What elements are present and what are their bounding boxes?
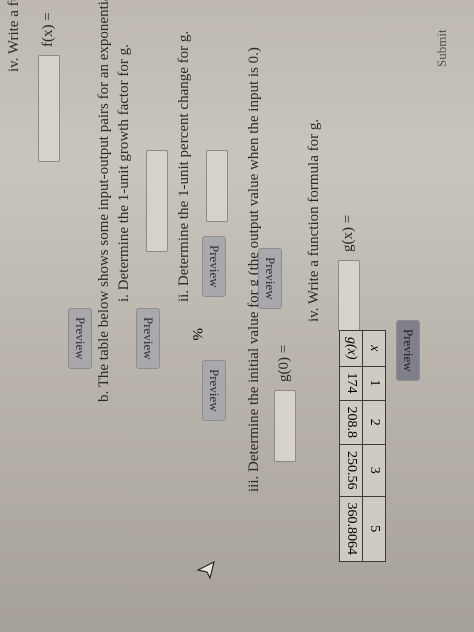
table-cell: 5 [362, 496, 386, 562]
table-cell: 1 [362, 366, 386, 401]
initial-value-preview-button[interactable]: Preview [136, 308, 160, 369]
gx-formula-preview-button[interactable]: Preview [68, 308, 92, 369]
mouse-pointer-icon [196, 560, 215, 580]
percent-change-preview-button[interactable]: Preview [202, 236, 226, 297]
growth-factor-preview-button[interactable]: Preview [258, 248, 282, 309]
percent-sign: % [189, 328, 205, 341]
table-cell: 250.56 [339, 444, 363, 497]
table-header-gx: g(x) [339, 330, 363, 367]
table-cell: 360.8064 [339, 496, 363, 562]
fx-preview-button[interactable]: Preview [396, 320, 420, 381]
percent-change-preview-button-2[interactable]: Preview [202, 360, 226, 421]
table-cell: 2 [362, 400, 386, 445]
table-cell: 174 [339, 366, 363, 401]
table-cell: 3 [362, 444, 386, 497]
table-row-x: x 1 2 3 5 [362, 330, 386, 562]
overlay-layer: Preview Preview Preview % Preview Previe… [0, 0, 474, 632]
table-cell: 208.8 [339, 400, 363, 445]
table-row-gx: g(x) 174 208.8 250.56 360.8064 [339, 330, 363, 562]
input-output-table: x 1 2 3 5 g(x) 174 208.8 250.56 360.8064 [339, 330, 386, 563]
table-header-x: x [362, 330, 386, 367]
